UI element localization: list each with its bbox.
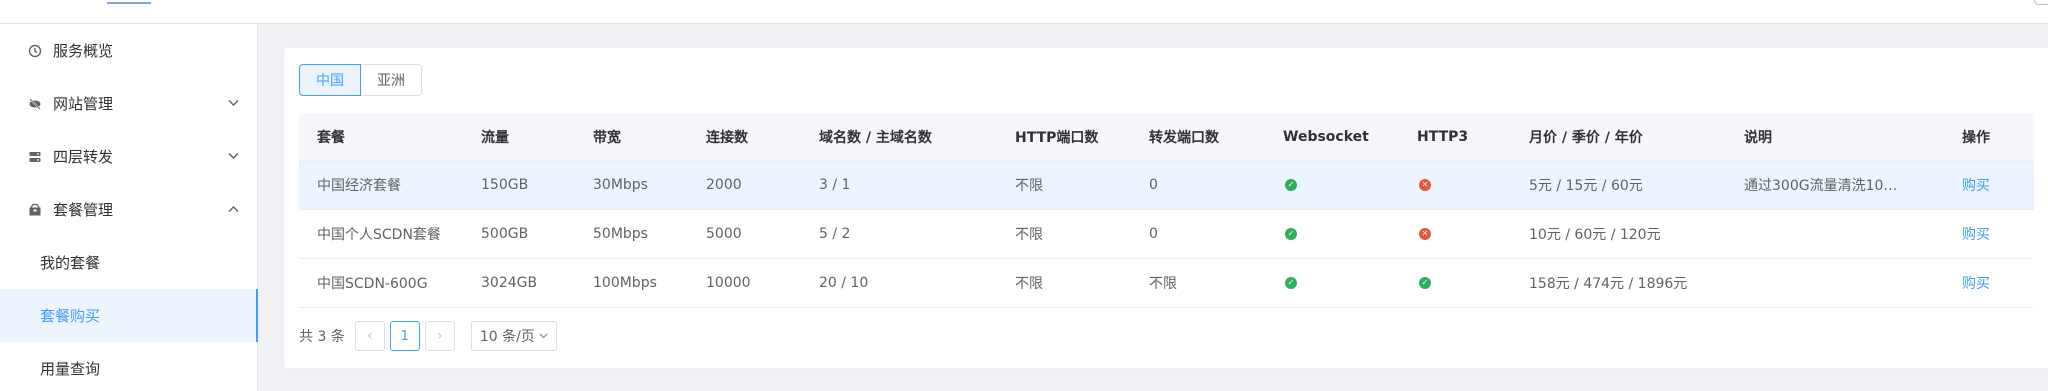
cell-description xyxy=(1744,210,1904,258)
cell-http-ports: 不限 xyxy=(1015,276,1043,292)
prev-page-button[interactable]: ‹ xyxy=(354,321,385,351)
cell-forward-ports: 0 xyxy=(1149,177,1158,193)
sidebar-item-label: 网站管理 xyxy=(53,95,114,113)
table-row: 中国个人SCDN套餐 500GB 50Mbps 5000 5 / 2 不限 0 … xyxy=(299,210,2034,259)
table-header: 套餐 流量 带宽 连接数 域名数 / 主域名数 HTTP端口数 转发端口数 We… xyxy=(299,113,2034,161)
cell-forward-ports: 不限 xyxy=(1149,276,1177,292)
chevron-down-icon xyxy=(539,331,548,342)
sidebar-item-label: 服务概览 xyxy=(53,42,114,60)
cell-connections: 5000 xyxy=(706,226,742,242)
top-bar xyxy=(0,0,2048,24)
clock-icon xyxy=(27,43,43,59)
sidebar-subitem-my-packages[interactable]: 我的套餐 xyxy=(0,236,258,289)
buy-button[interactable]: 购买 xyxy=(1962,161,2022,209)
cell-name: 中国SCDN-600G xyxy=(317,276,428,292)
cell-price: 5元 / 15元 / 60元 xyxy=(1529,178,1643,194)
buy-button[interactable]: 购买 xyxy=(1962,210,2022,258)
table-row: 中国经济套餐 150GB 30Mbps 2000 3 / 1 不限 0 5元 /… xyxy=(299,161,2034,210)
tab-asia[interactable]: 亚洲 xyxy=(361,64,422,96)
cell-http-ports: 不限 xyxy=(1015,178,1043,194)
package-card: 中国 亚洲 套餐 流量 带宽 连接数 域名数 / 主域名数 HTTP端口数 转发… xyxy=(283,47,2048,369)
cell-connections: 2000 xyxy=(706,177,742,193)
page-size-label: 10 条/页 xyxy=(479,329,535,345)
sidebar-item-forwarding[interactable]: 四层转发 xyxy=(0,130,258,183)
buy-button[interactable]: 购买 xyxy=(1962,259,2022,307)
cell-domains: 20 / 10 xyxy=(819,275,869,291)
sidebar-item-website[interactable]: 网站管理 xyxy=(0,77,258,130)
cell-traffic: 150GB xyxy=(481,177,529,193)
column-header: 操作 xyxy=(1962,129,1990,146)
sidebar-subitem-label: 我的套餐 xyxy=(40,254,101,272)
cross-circle-icon xyxy=(1419,179,1431,191)
check-circle-icon xyxy=(1285,179,1297,191)
sidebar-item-label: 套餐管理 xyxy=(53,201,114,219)
region-tabs: 中国 亚洲 xyxy=(299,64,422,96)
package-icon xyxy=(27,202,43,218)
column-header: 说明 xyxy=(1744,129,1772,146)
column-header: 月价 / 季价 / 年价 xyxy=(1529,129,1643,146)
page-number-button[interactable]: 1 xyxy=(389,321,420,351)
cell-http-ports: 不限 xyxy=(1015,227,1043,243)
column-header: 域名数 / 主域名数 xyxy=(819,129,932,146)
cell-bandwidth: 50Mbps xyxy=(593,226,648,242)
column-header: 流量 xyxy=(481,129,509,146)
check-circle-icon xyxy=(1285,228,1297,240)
cell-description: 通过300G流量清洗10… xyxy=(1744,178,1898,194)
column-header: Websocket xyxy=(1283,128,1369,145)
sidebar-item-packages[interactable]: 套餐管理 xyxy=(0,183,258,236)
table-row: 中国SCDN-600G 3024GB 100Mbps 10000 20 / 10… xyxy=(299,259,2034,308)
cell-domains: 5 / 2 xyxy=(819,226,851,242)
sidebar-item-label: 四层转发 xyxy=(53,148,114,166)
column-header: 带宽 xyxy=(593,129,621,146)
cell-forward-ports: 0 xyxy=(1149,226,1158,242)
next-page-button[interactable]: › xyxy=(424,321,455,351)
cross-circle-icon xyxy=(1419,228,1431,240)
page-size-select[interactable]: 10 条/页 xyxy=(470,321,557,351)
cell-bandwidth: 100Mbps xyxy=(593,275,657,291)
sidebar-subitem-usage[interactable]: 用量查询 xyxy=(0,342,258,391)
cell-name: 中国经济套餐 xyxy=(317,178,401,194)
chevron-down-icon xyxy=(228,149,239,164)
sidebar-subitem-label: 套餐购买 xyxy=(40,307,101,325)
cell-connections: 10000 xyxy=(706,275,751,291)
cell-name: 中国个人SCDN套餐 xyxy=(317,227,441,243)
column-header: 套餐 xyxy=(317,129,345,146)
cell-description xyxy=(1744,259,1904,307)
pagination: 共 3 条 ‹ 1 › 10 条/页 xyxy=(299,320,557,352)
check-circle-icon xyxy=(1419,277,1431,289)
cell-domains: 3 / 1 xyxy=(819,177,851,193)
server-icon xyxy=(27,149,43,165)
cell-traffic: 500GB xyxy=(481,226,529,242)
user-avatar[interactable] xyxy=(2034,0,2048,5)
cell-bandwidth: 30Mbps xyxy=(593,177,648,193)
chevron-up-icon xyxy=(228,202,239,217)
cell-traffic: 3024GB xyxy=(481,275,538,291)
column-header: HTTP端口数 xyxy=(1015,129,1099,146)
column-header: 连接数 xyxy=(706,129,748,146)
chevron-down-icon xyxy=(228,96,239,111)
sidebar-item-overview[interactable]: 服务概览 xyxy=(0,24,258,77)
column-header: HTTP3 xyxy=(1417,128,1469,145)
cell-price: 158元 / 474元 / 1896元 xyxy=(1529,276,1688,292)
tab-china[interactable]: 中国 xyxy=(299,64,361,96)
sidebar-subitem-label: 用量查询 xyxy=(40,360,101,378)
eye-off-icon xyxy=(27,96,43,112)
logo[interactable] xyxy=(107,0,151,4)
package-table: 套餐 流量 带宽 连接数 域名数 / 主域名数 HTTP端口数 转发端口数 We… xyxy=(299,113,2034,308)
column-header: 转发端口数 xyxy=(1149,129,1219,146)
pagination-total: 共 3 条 xyxy=(299,329,345,345)
sidebar: 服务概览 网站管理 四层转发 套餐管理 我的套餐 套餐购买 用量查询 xyxy=(0,24,258,391)
cell-price: 10元 / 60元 / 120元 xyxy=(1529,227,1661,243)
sidebar-subitem-purchase[interactable]: 套餐购买 xyxy=(0,289,258,342)
check-circle-icon xyxy=(1285,277,1297,289)
